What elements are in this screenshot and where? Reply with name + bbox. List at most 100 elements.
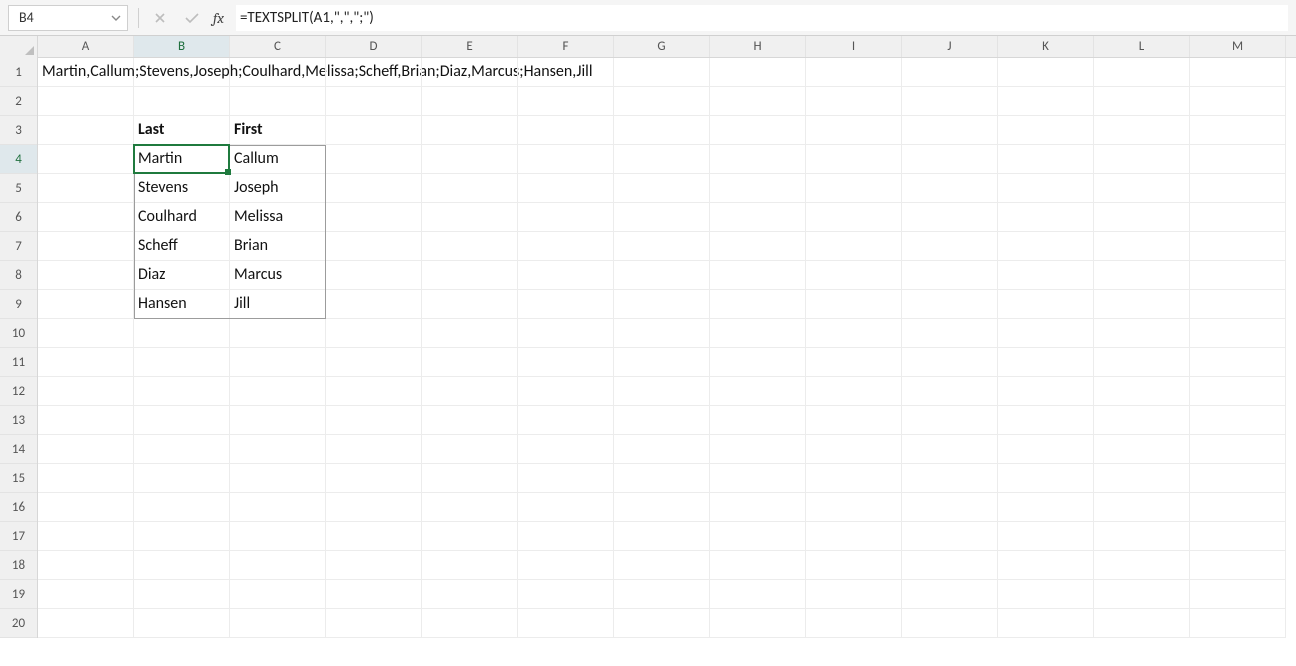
cell[interactable]	[38, 493, 134, 522]
cell[interactable]	[710, 406, 806, 435]
cell[interactable]	[326, 145, 422, 174]
cell[interactable]	[806, 464, 902, 493]
cell[interactable]	[134, 319, 230, 348]
cell[interactable]	[614, 290, 710, 319]
cell[interactable]	[710, 203, 806, 232]
cell[interactable]	[230, 522, 326, 551]
cell[interactable]	[614, 580, 710, 609]
cell[interactable]	[38, 290, 134, 319]
cell[interactable]	[326, 58, 422, 87]
cell[interactable]: Martin,Callum;Stevens,Joseph;Coulhard,Me…	[38, 58, 134, 87]
row-header[interactable]: 14	[0, 435, 37, 464]
cell[interactable]: Melissa	[230, 203, 326, 232]
cell[interactable]	[806, 87, 902, 116]
cell[interactable]	[38, 232, 134, 261]
cell[interactable]	[422, 319, 518, 348]
cell[interactable]	[134, 522, 230, 551]
cells-area[interactable]: Martin,Callum;Stevens,Joseph;Coulhard,Me…	[38, 58, 1296, 638]
row-header[interactable]: 13	[0, 406, 37, 435]
cell[interactable]	[710, 145, 806, 174]
cell[interactable]	[230, 464, 326, 493]
cell[interactable]	[518, 348, 614, 377]
cell[interactable]	[38, 464, 134, 493]
cell[interactable]	[998, 174, 1094, 203]
cell[interactable]	[614, 261, 710, 290]
cell[interactable]	[806, 203, 902, 232]
cell[interactable]	[806, 551, 902, 580]
cell[interactable]	[1190, 493, 1286, 522]
cell[interactable]	[614, 377, 710, 406]
cell[interactable]	[38, 406, 134, 435]
cell[interactable]	[518, 580, 614, 609]
cell[interactable]: Scheff	[134, 232, 230, 261]
cell[interactable]	[710, 290, 806, 319]
column-header[interactable]: K	[998, 36, 1094, 57]
cell[interactable]	[422, 348, 518, 377]
cell[interactable]	[518, 58, 614, 87]
row-header[interactable]: 10	[0, 319, 37, 348]
cell[interactable]	[1094, 348, 1190, 377]
cell[interactable]	[230, 551, 326, 580]
cell[interactable]: Diaz	[134, 261, 230, 290]
row-header[interactable]: 15	[0, 464, 37, 493]
cell[interactable]	[38, 319, 134, 348]
cell[interactable]	[710, 87, 806, 116]
cell[interactable]	[38, 348, 134, 377]
cell[interactable]	[1190, 232, 1286, 261]
cell[interactable]	[614, 493, 710, 522]
cell[interactable]	[1190, 290, 1286, 319]
cell[interactable]	[902, 145, 998, 174]
cell[interactable]	[806, 174, 902, 203]
cell[interactable]	[1190, 377, 1286, 406]
cell[interactable]	[230, 87, 326, 116]
cell[interactable]	[806, 580, 902, 609]
cell[interactable]	[614, 464, 710, 493]
cell[interactable]	[710, 609, 806, 638]
cell[interactable]	[1094, 551, 1190, 580]
cell[interactable]: Hansen	[134, 290, 230, 319]
cell[interactable]	[230, 609, 326, 638]
cell[interactable]	[422, 406, 518, 435]
cell[interactable]	[326, 348, 422, 377]
cell[interactable]	[422, 609, 518, 638]
cell[interactable]	[134, 464, 230, 493]
cell[interactable]	[806, 261, 902, 290]
cell[interactable]	[806, 232, 902, 261]
cell[interactable]	[710, 232, 806, 261]
cell[interactable]	[134, 87, 230, 116]
cell[interactable]	[1190, 58, 1286, 87]
cell[interactable]	[710, 464, 806, 493]
cell[interactable]	[998, 406, 1094, 435]
row-header[interactable]: 4	[0, 145, 37, 174]
row-header[interactable]: 16	[0, 493, 37, 522]
cell[interactable]	[422, 435, 518, 464]
column-header[interactable]: F	[518, 36, 614, 57]
cancel-formula-button[interactable]	[149, 7, 171, 29]
cell[interactable]	[422, 87, 518, 116]
cell[interactable]	[998, 580, 1094, 609]
cell[interactable]	[806, 348, 902, 377]
cell[interactable]: Jill	[230, 290, 326, 319]
cell[interactable]	[38, 377, 134, 406]
cell[interactable]	[326, 261, 422, 290]
cell[interactable]	[134, 609, 230, 638]
row-header[interactable]: 12	[0, 377, 37, 406]
cell[interactable]	[422, 58, 518, 87]
column-header[interactable]: E	[422, 36, 518, 57]
cell[interactable]	[1190, 145, 1286, 174]
cell[interactable]	[518, 609, 614, 638]
cell[interactable]	[1190, 116, 1286, 145]
cell[interactable]: Brian	[230, 232, 326, 261]
cell[interactable]	[710, 116, 806, 145]
cell[interactable]	[518, 290, 614, 319]
cell[interactable]	[326, 522, 422, 551]
cell[interactable]	[326, 203, 422, 232]
cell[interactable]	[1190, 464, 1286, 493]
cell[interactable]	[902, 174, 998, 203]
cell[interactable]	[38, 203, 134, 232]
column-header[interactable]: G	[614, 36, 710, 57]
fx-icon[interactable]: fx	[213, 9, 224, 27]
cell[interactable]	[422, 377, 518, 406]
cell[interactable]	[998, 435, 1094, 464]
cell[interactable]	[518, 493, 614, 522]
